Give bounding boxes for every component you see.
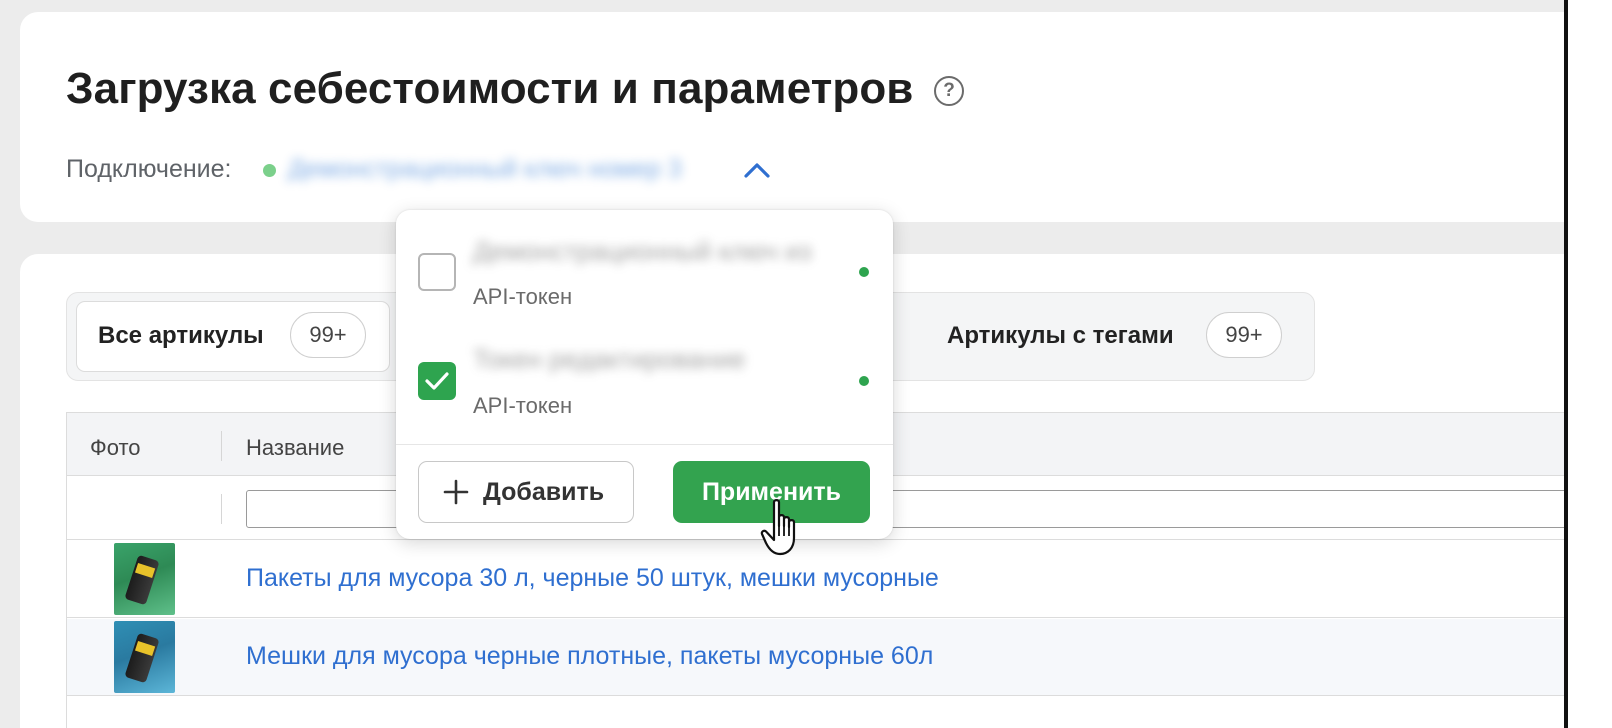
plus-icon	[443, 479, 469, 505]
tab-tagged-articles[interactable]: Артикулы с тегами	[947, 322, 1174, 350]
column-divider	[221, 494, 222, 524]
add-connection-button[interactable]: Добавить	[418, 461, 634, 523]
column-divider[interactable]	[221, 431, 222, 461]
header-card	[20, 12, 1612, 222]
checkmark-icon	[425, 372, 449, 390]
window-edge-line	[1564, 0, 1568, 728]
tab-all-articles-count: 99+	[290, 312, 366, 358]
option-name[interactable]: Токен редактирование	[473, 344, 745, 375]
connection-selector[interactable]: Демонстрационный ключ номер 3	[288, 155, 682, 184]
dropdown-divider	[396, 444, 893, 445]
column-header-name[interactable]: Название	[246, 435, 344, 461]
option-checkbox[interactable]	[418, 253, 456, 291]
hand-pointer-cursor-icon	[760, 499, 796, 556]
option-status-dot	[859, 267, 869, 277]
option-type: API-токен	[473, 393, 573, 418]
option-type: API-токен	[473, 284, 573, 309]
window-edge	[1568, 0, 1612, 728]
tab-tagged-articles-count: 99+	[1206, 312, 1282, 358]
option-status-dot	[859, 376, 869, 386]
add-button-label: Добавить	[483, 478, 605, 506]
product-photo[interactable]	[114, 621, 175, 693]
tab-all-articles-label: Все артикулы	[98, 322, 264, 349]
product-photo[interactable]	[114, 543, 175, 615]
product-name-link[interactable]: Пакеты для мусора 30 л, черные 50 штук, …	[246, 564, 939, 593]
connection-status-dot	[263, 164, 276, 177]
chevron-up-icon[interactable]	[742, 158, 772, 182]
product-name-link[interactable]: Мешки для мусора черные плотные, пакеты …	[246, 642, 933, 671]
help-icon[interactable]: ?	[934, 76, 964, 106]
connection-label: Подключение:	[66, 155, 232, 183]
page-title: Загрузка себестоимости и параметров	[66, 64, 914, 113]
option-checkbox-checked[interactable]	[418, 362, 456, 400]
option-name[interactable]: Демонстрационный ключ из	[473, 236, 812, 267]
column-header-photo[interactable]: Фото	[90, 435, 141, 461]
